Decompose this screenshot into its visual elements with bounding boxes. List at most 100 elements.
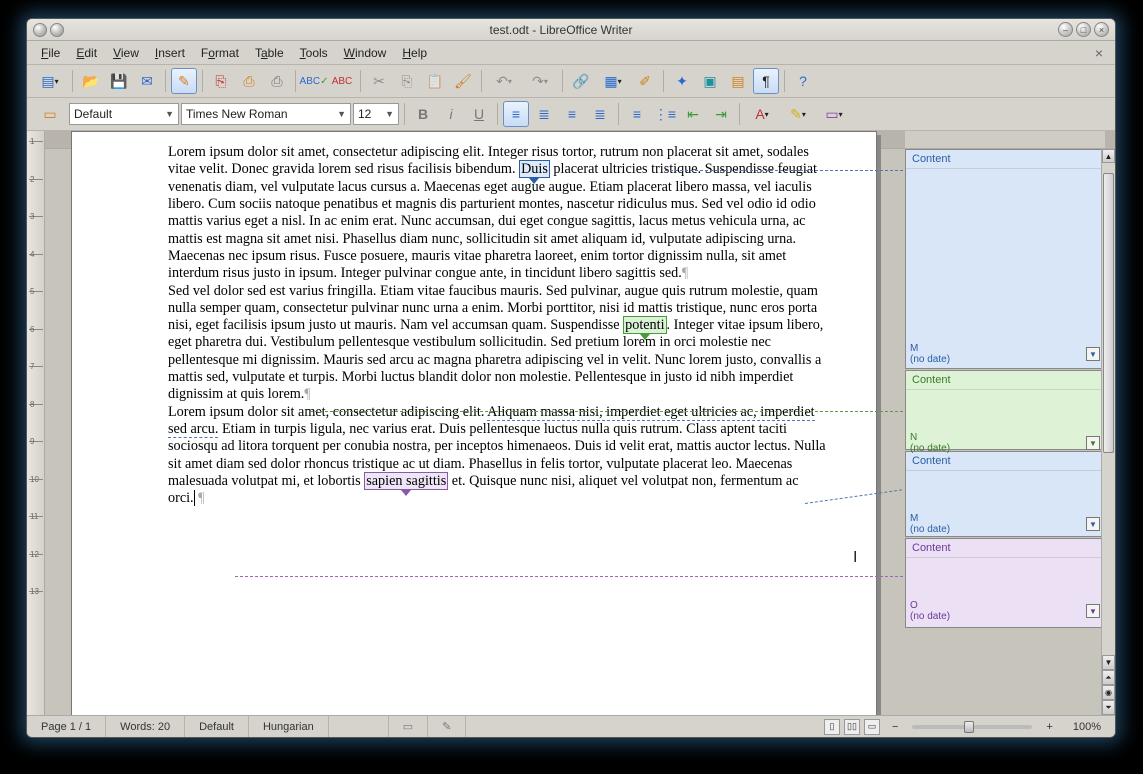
gallery-button[interactable]: ▣ (697, 68, 723, 94)
bold-button[interactable]: B (410, 101, 436, 127)
status-language[interactable]: Hungarian (249, 716, 329, 737)
document-close-button[interactable]: × (1089, 45, 1109, 61)
indent-button[interactable]: ⇥ (708, 101, 734, 127)
help-button[interactable]: ? (790, 68, 816, 94)
next-page-button[interactable]: ⏷ (1102, 700, 1115, 715)
vertical-ruler[interactable]: 12345678910111213 (27, 131, 45, 715)
drawing-button[interactable]: ✐ (632, 68, 658, 94)
paragraph-2[interactable]: Sed vel dolor sed est varius fringilla. … (168, 283, 826, 404)
comment-anchor-1[interactable]: Duis (519, 160, 550, 178)
maximize-button[interactable]: □ (1076, 22, 1091, 37)
print-button[interactable]: ⎙ (264, 68, 290, 94)
cut-button: ✂ (366, 68, 392, 94)
comment-box[interactable]: ContentN(no date)▼ (905, 370, 1105, 450)
highlight-button[interactable]: ✎▾ (781, 101, 815, 127)
align-right-button[interactable]: ≡ (559, 101, 585, 127)
spellcheck-button[interactable]: ABC✓ (301, 68, 327, 94)
align-center-button[interactable]: ≣ (531, 101, 557, 127)
document-page[interactable]: Lorem ipsum dolor sit amet, consectetur … (71, 131, 877, 715)
numbered-list-button[interactable]: ≡ (624, 101, 650, 127)
styles-button[interactable]: ▭ (33, 101, 67, 127)
pilcrow-icon: ¶ (198, 490, 204, 506)
status-page[interactable]: Page 1 / 1 (27, 716, 106, 737)
nonprinting-button[interactable]: ¶ (753, 68, 779, 94)
font-name-combo[interactable]: Times New Roman▼ (181, 103, 351, 125)
navigator-button[interactable]: ✦ (669, 68, 695, 94)
comment-menu-button[interactable]: ▼ (1086, 347, 1100, 361)
comment-body[interactable] (906, 558, 1104, 598)
font-size-combo[interactable]: 12▼ (353, 103, 399, 125)
comment-menu-button[interactable]: ▼ (1086, 517, 1100, 531)
new-button[interactable]: ▤▾ (33, 68, 67, 94)
datasources-button[interactable]: ▤ (725, 68, 751, 94)
edit-file-button[interactable]: ✎ (171, 68, 197, 94)
autospell-button[interactable]: ABC (329, 68, 355, 94)
pin-icon[interactable] (50, 23, 64, 37)
comment-menu-button[interactable]: ▼ (1086, 436, 1100, 450)
scroll-thumb[interactable] (1103, 173, 1114, 453)
scroll-up-button[interactable]: ▲ (1102, 149, 1115, 163)
window-title: test.odt - LibreOffice Writer (64, 23, 1058, 37)
comment-menu-button[interactable]: ▼ (1086, 604, 1100, 618)
view-multi-button[interactable]: ▯▯ (844, 719, 860, 735)
scroll-down-button[interactable]: ▼ (1102, 655, 1115, 670)
comment-anchor-2[interactable]: potenti (623, 316, 666, 334)
menu-window[interactable]: Window (336, 43, 395, 63)
copy-button: ⎘ (394, 68, 420, 94)
menu-file[interactable]: File (33, 43, 68, 63)
font-color-button[interactable]: A▾ (745, 101, 779, 127)
comment-box[interactable]: ContentM(no date)▼ (905, 149, 1105, 369)
zoom-in-button[interactable]: + (1040, 721, 1058, 733)
sysmenu-icon[interactable] (33, 23, 47, 37)
status-selection-mode[interactable]: ▭ (389, 716, 428, 737)
comment-body[interactable] (906, 390, 1104, 430)
prev-page-button[interactable]: ⏶ (1102, 670, 1115, 685)
comment-anchor-4[interactable]: sapien sagittis (364, 472, 448, 490)
align-left-button[interactable]: ≡ (503, 101, 529, 127)
menu-help[interactable]: Help (394, 43, 435, 63)
undo-button: ↶▾ (487, 68, 521, 94)
menu-tools[interactable]: Tools (292, 43, 336, 63)
view-single-button[interactable]: ▯ (824, 719, 840, 735)
background-button[interactable]: ▭▾ (817, 101, 851, 127)
print-preview-button[interactable]: ⎙ (236, 68, 262, 94)
open-button[interactable]: 📂 (78, 68, 104, 94)
export-pdf-button[interactable]: ⎘ (208, 68, 234, 94)
comment-body[interactable] (906, 169, 1104, 341)
view-book-button[interactable]: ▭ (864, 719, 880, 735)
menu-table[interactable]: Table (247, 43, 292, 63)
status-style[interactable]: Default (185, 716, 249, 737)
align-justify-button[interactable]: ≣ (587, 101, 613, 127)
comment-body[interactable] (906, 471, 1104, 511)
hyperlink-button[interactable]: 🔗 (568, 68, 594, 94)
paragraph-1[interactable]: Lorem ipsum dolor sit amet, consectetur … (168, 144, 826, 283)
italic-button[interactable]: i (438, 101, 464, 127)
underline-button[interactable]: U (466, 101, 492, 127)
close-button[interactable]: × (1094, 22, 1109, 37)
menu-insert[interactable]: Insert (147, 43, 193, 63)
comment-box[interactable]: ContentO(no date)▼ (905, 538, 1105, 628)
status-words[interactable]: Words: 20 (106, 716, 185, 737)
menu-view[interactable]: View (105, 43, 147, 63)
zoom-slider[interactable] (912, 725, 1032, 729)
status-signature[interactable]: ✎ (428, 716, 466, 737)
status-zoom[interactable]: 100% (1059, 716, 1115, 737)
nav-target-button[interactable]: ◉ (1102, 685, 1115, 700)
pilcrow-icon: ¶ (304, 386, 310, 402)
menu-format[interactable]: Format (193, 43, 247, 63)
save-button[interactable]: 💾 (106, 68, 132, 94)
outdent-button[interactable]: ⇤ (680, 101, 706, 127)
minimize-button[interactable]: – (1058, 22, 1073, 37)
status-insert-mode[interactable] (329, 716, 389, 737)
bulleted-list-button[interactable]: ⋮≡ (652, 101, 678, 127)
menu-edit[interactable]: Edit (68, 43, 105, 63)
comment-title: Content (906, 539, 1104, 558)
clone-format-button[interactable]: 🖌 (450, 68, 476, 94)
email-button[interactable]: ✉ (134, 68, 160, 94)
paragraph-3[interactable]: Lorem ipsum dolor sit amet, consectetur … (168, 404, 826, 508)
paragraph-style-combo[interactable]: Default▼ (69, 103, 179, 125)
zoom-out-button[interactable]: − (886, 721, 904, 733)
vertical-scrollbar[interactable]: ▲ ▼ ⏶ ◉ ⏷ (1101, 149, 1115, 715)
table-button[interactable]: ▦▾ (596, 68, 630, 94)
comment-box[interactable]: ContentM(no date)▼ (905, 451, 1105, 537)
